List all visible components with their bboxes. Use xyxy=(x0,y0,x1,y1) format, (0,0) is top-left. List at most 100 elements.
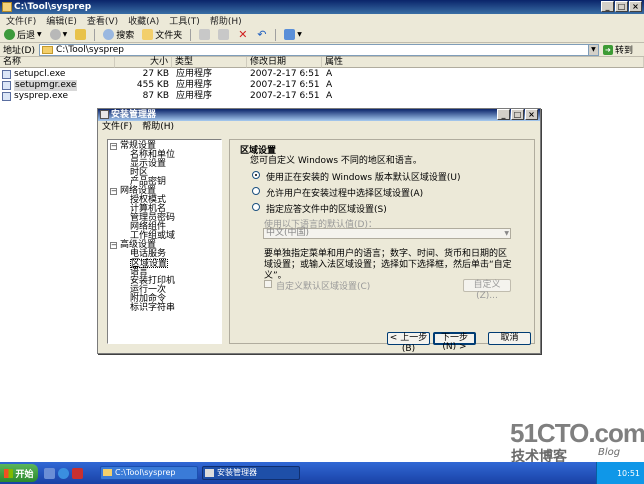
search-button[interactable]: 搜索 xyxy=(101,28,136,42)
minimize-button[interactable]: _ xyxy=(601,1,614,12)
taskbar: 开始 C:\Tool\sysprep 安装管理器 10:51 xyxy=(0,462,644,484)
delete-button[interactable]: ✕ xyxy=(235,28,250,42)
address-label: 地址(D) xyxy=(3,46,35,56)
menu-help[interactable]: 帮助(H) xyxy=(210,14,242,27)
column-header-type[interactable]: 类型 xyxy=(172,57,247,68)
window-title-bar[interactable]: C:\Tool\sysprep _ □ × xyxy=(0,0,644,14)
folders-button[interactable]: 文件夹 xyxy=(140,28,184,42)
task-setup-manager[interactable]: 安装管理器 xyxy=(202,466,300,480)
radio-option-user-choose[interactable] xyxy=(252,187,260,195)
chevron-down-icon: ▼ xyxy=(504,230,509,237)
dialog-menu-file[interactable]: 文件(F) xyxy=(102,122,132,133)
menu-favorites[interactable]: 收藏(A) xyxy=(128,14,159,27)
dialog-menu-help[interactable]: 帮助(H) xyxy=(142,122,174,133)
folder-icon xyxy=(41,45,53,54)
menu-edit[interactable]: 编辑(E) xyxy=(46,14,77,27)
file-size: 87 KB xyxy=(142,91,169,101)
file-size: 27 KB xyxy=(142,69,169,79)
back-button[interactable]: 后退 ▼ xyxy=(2,28,44,42)
next-button[interactable]: 下一步(N) > xyxy=(433,332,476,352)
maximize-button[interactable]: □ xyxy=(615,1,628,12)
chevron-down-icon[interactable]: ▼ xyxy=(587,44,598,55)
tree-item[interactable]: 标识字符串 xyxy=(130,304,175,313)
folders-icon xyxy=(142,29,154,40)
chevron-down-icon: ▼ xyxy=(62,31,68,38)
back-arrow-icon xyxy=(4,29,15,40)
file-type: 应用程序 xyxy=(176,69,213,79)
menu-tools[interactable]: 工具(T) xyxy=(169,14,200,27)
column-header-name[interactable]: 名称 xyxy=(0,57,115,68)
internet-explorer-icon[interactable] xyxy=(58,467,69,479)
close-button[interactable]: × xyxy=(629,1,642,12)
column-header-attr[interactable]: 属性 xyxy=(322,57,644,68)
back-button[interactable]: < 上一步(B) xyxy=(387,332,430,354)
toolbar-separator xyxy=(94,28,96,41)
menu-file[interactable]: 文件(F) xyxy=(6,14,36,27)
show-desktop-icon[interactable] xyxy=(44,467,55,479)
file-modified: 2007-2-17 6:51 xyxy=(250,69,320,79)
panel-subheading: 您可自定义 Windows 不同的地区和语言。 xyxy=(250,156,422,166)
dialog-minimize-button[interactable]: _ xyxy=(497,109,510,120)
address-bar: 地址(D) C:\Tool\sysprep ▼ ➜ 转到 xyxy=(0,43,644,57)
collapse-icon[interactable]: − xyxy=(110,188,117,195)
radio-label-specify: 指定应答文件中的区域设置(S) xyxy=(266,205,387,215)
task-explorer[interactable]: C:\Tool\sysprep xyxy=(100,466,198,480)
exe-icon xyxy=(2,81,11,90)
custom-note: 要单独指定菜单和用户的语言；数字、时间、货币和日期的区域设置；或输入法区域设置；… xyxy=(264,249,512,281)
exe-icon xyxy=(2,70,11,79)
forward-button[interactable]: ▼ xyxy=(48,28,70,42)
window-title: C:\Tool\sysprep xyxy=(14,2,92,12)
chevron-down-icon: ▼ xyxy=(297,31,302,38)
toolbar-separator xyxy=(190,28,192,41)
menu-view[interactable]: 查看(V) xyxy=(87,14,118,27)
delete-icon: ✕ xyxy=(238,28,248,41)
undo-icon: ↶ xyxy=(257,28,267,41)
start-button[interactable]: 开始 xyxy=(0,464,38,482)
go-button[interactable]: ➜ 转到 xyxy=(602,43,633,56)
custom-locale-label: 自定义默认区域设置(C) xyxy=(276,282,371,292)
file-row[interactable]: sysprep.exe 87 KB 应用程序 2007-2-17 6:51 A xyxy=(0,91,400,102)
collapse-icon[interactable]: − xyxy=(110,143,117,150)
toolbar: 后退 ▼ ▼ 搜索 文件夹 ✕ ↶ ▼ xyxy=(0,27,644,43)
up-folder-icon xyxy=(75,29,87,40)
column-type-label: 类型 xyxy=(175,57,194,67)
file-row[interactable]: setupcl.exe 27 KB 应用程序 2007-2-17 6:51 A xyxy=(0,69,400,80)
language-select[interactable]: 中文(中国) ▼ xyxy=(263,228,511,239)
collapse-icon[interactable]: − xyxy=(110,242,117,249)
column-header-modified[interactable]: 修改日期 xyxy=(247,57,322,68)
file-name: setupcl.exe xyxy=(14,69,66,79)
settings-tree[interactable]: − 常规设置 名称和单位 显示设置 时区 产品密钥 − 网络设置 授权模式 计算机名… xyxy=(107,139,222,344)
task-label: C:\Tool\sysprep xyxy=(115,468,176,477)
dialog-maximize-button[interactable]: □ xyxy=(511,109,524,120)
cancel-button[interactable]: 取消 xyxy=(488,332,531,345)
app-shortcut-icon[interactable] xyxy=(72,467,83,479)
folders-label: 文件夹 xyxy=(155,31,183,41)
dialog-title: 安装管理器 xyxy=(111,110,157,120)
language-select-value: 中文(中国) xyxy=(266,228,310,238)
copy-to-button[interactable] xyxy=(216,28,231,42)
file-type: 应用程序 xyxy=(176,91,213,101)
column-modified-label: 修改日期 xyxy=(250,57,287,67)
column-header-size[interactable]: 大小 xyxy=(115,57,172,68)
custom-locale-checkbox[interactable] xyxy=(264,280,272,288)
dialog-title-bar[interactable]: 安装管理器 _ □ × xyxy=(98,109,540,121)
undo-button[interactable]: ↶ xyxy=(254,28,269,42)
forward-arrow-icon xyxy=(49,29,61,40)
dialog-close-button[interactable]: × xyxy=(525,109,538,120)
up-button[interactable] xyxy=(73,28,88,42)
customize-button[interactable]: 自定义(Z)... xyxy=(463,279,511,301)
file-row[interactable]: setupmgr.exe 455 KB 应用程序 2007-2-17 6:51 … xyxy=(0,80,400,91)
move-to-button[interactable] xyxy=(197,28,212,42)
start-label: 开始 xyxy=(15,469,34,480)
go-arrow-icon: ➜ xyxy=(602,44,613,55)
address-input[interactable]: C:\Tool\sysprep ▼ xyxy=(38,43,599,56)
system-tray: 10:51 xyxy=(596,462,644,484)
radio-option-specify[interactable] xyxy=(252,203,260,211)
views-button[interactable]: ▼ xyxy=(282,28,304,42)
radio-option-default[interactable] xyxy=(252,171,260,179)
task-label: 安装管理器 xyxy=(217,468,257,477)
file-attr: A xyxy=(326,69,333,79)
watermark-site: 51CTO.com xyxy=(510,418,644,448)
clock[interactable]: 10:51 xyxy=(617,469,640,478)
tree-item[interactable]: 电话服务 xyxy=(130,250,166,259)
